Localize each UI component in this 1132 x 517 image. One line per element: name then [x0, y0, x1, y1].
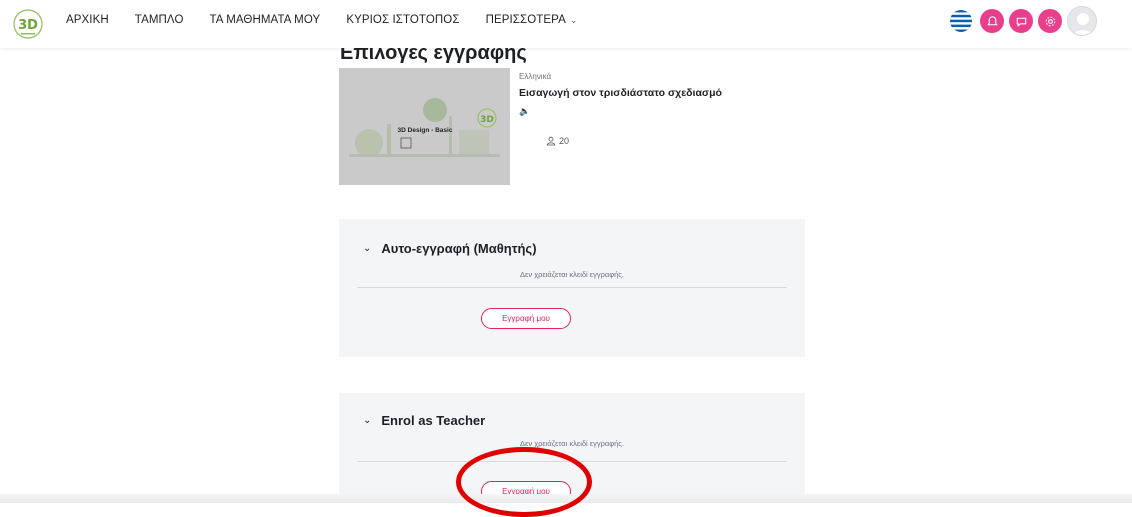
enrol-panel-self: ⌄ Αυτο-εγγραφή (Μαθητής) Δεν χρειάζεται … [339, 219, 805, 357]
nav-item-dashboard[interactable]: ΤΑΜΠΛΟ [135, 14, 184, 26]
svg-text:3D: 3D [480, 115, 494, 125]
nav-item-more[interactable]: ΠΕΡΙΣΣΟΤΕΡΑ ⌄ [486, 14, 578, 26]
divider [357, 287, 787, 288]
top-navbar: 3D ΑΡΧΙΚΗ ΤΑΜΠΛΟ ΤΑ ΜΑΘΗΜΑΤΑ ΜΟΥ ΚΥΡΙΟΣ … [0, 0, 1132, 48]
user-avatar-icon[interactable] [1067, 6, 1097, 36]
notifications-icon[interactable] [980, 9, 1004, 33]
course-info: Ελληνικά Εισαγωγή στον τρισδιάστατο σχεδ… [519, 72, 722, 117]
thumbnail-label: 3D Design - Basic [398, 127, 453, 134]
chevron-down-icon: ⌄ [363, 415, 372, 426]
svg-text:3D: 3D [18, 18, 38, 33]
panel-heading[interactable]: ⌄ Enrol as Teacher [363, 413, 485, 428]
speaker-icon: 🔈 [519, 106, 531, 116]
participants-count: 20 [546, 136, 569, 146]
settings-icon[interactable] [1038, 9, 1062, 33]
main-nav: ΑΡΧΙΚΗ ΤΑΜΠΛΟ ΤΑ ΜΑΘΗΜΑΤΑ ΜΟΥ ΚΥΡΙΟΣ ΙΣΤ… [66, 0, 604, 40]
enrol-key-note: Δεν χρειάζεται κλειδί εγγραφής. [520, 439, 624, 448]
course-thumbnail[interactable]: 3D 3D Design - Basic [339, 68, 510, 185]
nav-item-my-courses[interactable]: ΤΑ ΜΑΘΗΜΑΤΑ ΜΟΥ [210, 14, 321, 26]
course-language: Ελληνικά [519, 72, 552, 81]
site-logo[interactable]: 3D [12, 8, 44, 40]
chevron-down-icon: ⌄ [569, 14, 578, 25]
course-name[interactable]: Εισαγωγή στον τρισδιάστατο σχεδιασμό [519, 87, 722, 99]
panel-heading[interactable]: ⌄ Αυτο-εγγραφή (Μαθητής) [363, 241, 537, 256]
messages-icon[interactable] [1009, 9, 1033, 33]
header-actions [950, 6, 1097, 36]
nav-item-main-site[interactable]: ΚΥΡΙΟΣ ΙΣΤΟΤΟΠΟΣ [346, 14, 459, 26]
user-icon [546, 136, 556, 146]
enrol-me-button[interactable]: Εγγραφή μου [481, 308, 571, 329]
red-highlight-circle [456, 447, 592, 517]
enrol-key-note: Δεν χρειάζεται κλειδί εγγραφής. [520, 270, 624, 279]
nav-item-home[interactable]: ΑΡΧΙΚΗ [66, 14, 109, 26]
greek-flag-icon[interactable] [950, 10, 972, 32]
chevron-down-icon: ⌄ [363, 243, 372, 254]
